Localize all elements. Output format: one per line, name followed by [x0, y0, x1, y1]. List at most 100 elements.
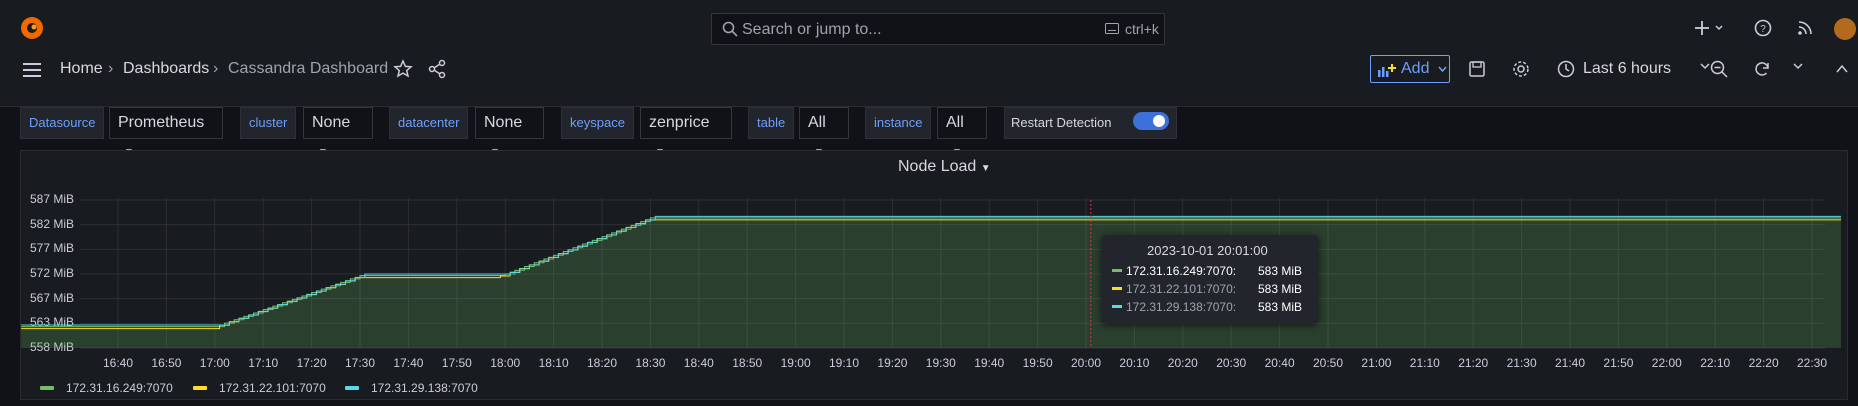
- y-tick-label: 572 MiB: [30, 266, 75, 280]
- y-tick-label: 558 MiB: [30, 340, 75, 354]
- x-tick-label: 18:40: [683, 356, 714, 370]
- y-tick-label: 582 MiB: [30, 216, 75, 231]
- search-input[interactable]: Search or jump to... ctrl+k: [711, 13, 1165, 45]
- y-tick-label: 587 MiB: [30, 192, 75, 206]
- x-tick-label: 21:20: [1458, 356, 1489, 370]
- grafana-logo-icon[interactable]: [18, 14, 46, 42]
- user-avatar[interactable]: [1834, 18, 1856, 40]
- x-tick-label: 20:10: [1119, 356, 1150, 370]
- x-tick-label: 21:10: [1409, 356, 1440, 370]
- variable-select-cluster[interactable]: None▼: [303, 107, 373, 158]
- y-tick-label: 563 MiB: [30, 315, 75, 330]
- breadcrumb-home[interactable]: Home: [60, 60, 103, 78]
- chevron-down-icon: ▼: [980, 163, 991, 174]
- legend-item[interactable]: 172.31.22.101:7070: [193, 381, 326, 395]
- variable-select-table[interactable]: All▼: [799, 107, 849, 158]
- tooltip-row: 172.31.22.101:7070: 583 MiB: [1112, 282, 1302, 296]
- x-tick-label: 17:20: [296, 356, 327, 370]
- x-tick-label: 21:30: [1506, 356, 1537, 370]
- panel-title-text: Node Load: [898, 158, 977, 175]
- collapse-chevron-up-icon[interactable]: [1832, 59, 1852, 79]
- search-icon: [722, 21, 738, 37]
- variable-select-datasource[interactable]: Prometheus▼: [109, 107, 223, 158]
- x-tick-label: 17:30: [345, 356, 376, 370]
- news-rss-icon[interactable]: [1795, 18, 1815, 38]
- breadcrumb-dashboards[interactable]: Dashboards: [123, 60, 209, 78]
- zoom-out-icon[interactable]: [1709, 59, 1729, 79]
- series-color-swatch: [1112, 287, 1122, 290]
- x-tick-label: 18:30: [635, 356, 666, 370]
- variable-value: zenprice: [649, 114, 710, 131]
- variable-value: None: [484, 114, 523, 131]
- variable-label-table: table: [748, 107, 795, 139]
- add-panel-icon: [1378, 64, 1396, 77]
- chevron-down-icon: [1438, 66, 1447, 72]
- x-tick-label: 21:00: [1361, 356, 1392, 370]
- help-icon[interactable]: ?: [1753, 18, 1773, 38]
- breadcrumb-separator: ›: [213, 60, 219, 77]
- legend-label: 172.31.22.101:7070: [219, 381, 326, 395]
- tooltip-value: 583 MiB: [1258, 282, 1303, 296]
- legend-item[interactable]: 172.31.29.138:7070: [345, 381, 478, 395]
- variable-label-cluster: cluster: [240, 107, 297, 139]
- breadcrumb-separator: ›: [108, 60, 114, 77]
- x-tick-label: 19:50: [1022, 356, 1053, 370]
- restart-detection-label: Restart Detection: [1011, 115, 1112, 130]
- variable-label-instance: instance: [865, 107, 932, 139]
- variable-label-datasource: Datasource: [20, 107, 105, 139]
- x-tick-label: 19:30: [925, 356, 956, 370]
- x-tick-label: 22:20: [1748, 356, 1779, 370]
- variable-select-datacenter[interactable]: None▼: [475, 107, 544, 158]
- variable-value: All: [946, 114, 964, 131]
- x-tick-label: 20:00: [1071, 356, 1102, 370]
- tooltip-value: 583 MiB: [1258, 300, 1303, 314]
- x-tick-label: 18:20: [587, 356, 618, 370]
- x-tick-label: 22:10: [1700, 356, 1731, 370]
- x-tick-label: 21:50: [1603, 356, 1634, 370]
- share-icon[interactable]: [427, 59, 447, 79]
- variable-select-keyspace[interactable]: zenprice▼: [640, 107, 732, 158]
- tooltip-value: 583 MiB: [1258, 264, 1303, 278]
- add-button[interactable]: Add: [1370, 55, 1450, 83]
- menu-icon[interactable]: [22, 62, 42, 78]
- time-range-picker[interactable]: Last 6 hours: [1583, 60, 1671, 78]
- restart-detection-toggle[interactable]: [1133, 112, 1169, 130]
- x-tick-label: 21:40: [1555, 356, 1586, 370]
- save-icon[interactable]: [1467, 59, 1487, 79]
- add-button-label: Add: [1401, 60, 1430, 77]
- tooltip-time: 2023-10-01 20:01:00: [1147, 243, 1268, 258]
- x-tick-label: 16:40: [103, 356, 134, 370]
- star-icon[interactable]: [393, 59, 413, 79]
- tooltip-row: 172.31.29.138:7070: 583 MiB: [1112, 300, 1302, 314]
- variable-value: None: [312, 114, 351, 131]
- x-tick-label: 17:40: [393, 356, 424, 370]
- x-tick-label: 18:50: [732, 356, 763, 370]
- chevron-down-icon[interactable]: [1793, 62, 1803, 70]
- breadcrumb-current: Cassandra Dashboard: [228, 60, 389, 77]
- legend-color-swatch: [193, 386, 207, 390]
- series-color-swatch: [1112, 305, 1122, 308]
- x-tick-label: 22:00: [1651, 356, 1682, 370]
- variable-select-instance[interactable]: All▼: [937, 107, 987, 158]
- x-tick-label: 19:40: [974, 356, 1005, 370]
- series-color-swatch: [1112, 269, 1122, 272]
- x-tick-label: 16:50: [151, 356, 182, 370]
- new-plus-icon[interactable]: [1694, 18, 1728, 38]
- tooltip-series-name: 172.31.16.249:7070:: [1126, 264, 1237, 278]
- tooltip-series-name: 172.31.22.101:7070:: [1126, 282, 1237, 296]
- tooltip-row: 172.31.16.249:7070: 583 MiB: [1112, 264, 1302, 278]
- legend-item[interactable]: 172.31.16.249:7070: [40, 381, 173, 395]
- x-tick-label: 20:30: [1216, 356, 1247, 370]
- settings-gear-icon[interactable]: [1511, 59, 1531, 79]
- panel-title[interactable]: Node Load ▼: [898, 158, 991, 176]
- x-tick-label: 19:00: [780, 356, 811, 370]
- search-placeholder: Search or jump to...: [742, 21, 882, 38]
- variable-label-datacenter: datacenter: [389, 107, 469, 139]
- y-tick-label: 577 MiB: [30, 241, 75, 256]
- tooltip-series-name: 172.31.29.138:7070:: [1126, 300, 1237, 314]
- x-tick-label: 22:30: [1797, 356, 1828, 370]
- y-tick-label: 567 MiB: [30, 290, 75, 305]
- toggle-knob: [1153, 115, 1165, 127]
- refresh-icon[interactable]: [1752, 59, 1772, 79]
- legend-label: 172.31.16.249:7070: [66, 381, 173, 395]
